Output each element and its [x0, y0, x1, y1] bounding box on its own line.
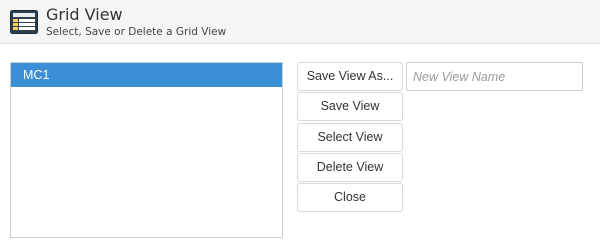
save-view-as-button[interactable]: Save View As... — [297, 62, 403, 91]
save-view-button[interactable]: Save View — [297, 92, 403, 121]
new-view-name-input[interactable] — [406, 62, 583, 91]
dialog-subtitle: Select, Save or Delete a Grid View — [46, 26, 227, 38]
grid-table-icon — [10, 10, 38, 34]
select-view-button[interactable]: Select View — [297, 123, 403, 152]
dialog-header: Grid View Select, Save or Delete a Grid … — [0, 0, 600, 44]
list-item[interactable]: MC1 — [11, 63, 282, 87]
close-button[interactable]: Close — [297, 183, 403, 212]
delete-view-button[interactable]: Delete View — [297, 153, 403, 182]
grid-view-list[interactable]: MC1 — [10, 62, 283, 238]
dialog-title: Grid View — [46, 5, 123, 24]
